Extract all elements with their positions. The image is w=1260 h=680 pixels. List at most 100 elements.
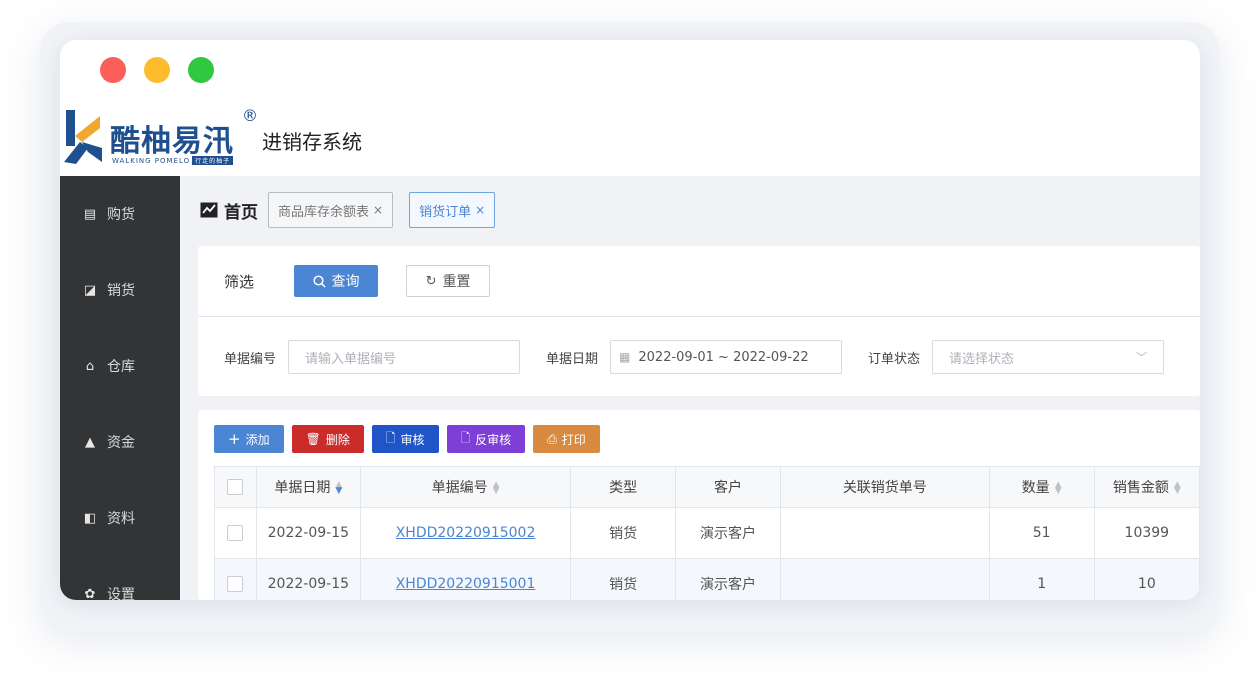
unaudit-label: 反审核 <box>475 432 512 447</box>
cell-date: 2022-09-15 <box>255 507 361 559</box>
document-icon: 🗋 <box>460 430 471 445</box>
column-label: 类型 <box>609 480 638 496</box>
status-select[interactable]: 请选择状态 ﹀ <box>932 340 1165 374</box>
column-header-customer: 客户 <box>675 466 781 508</box>
reset-label: 重置 <box>442 274 471 290</box>
filter-header: 筛选 查询 ↻ 重置 <box>198 246 1200 317</box>
plus-icon: + <box>228 430 241 448</box>
query-label: 查询 <box>331 274 360 290</box>
date-label: 单据日期 <box>546 351 599 367</box>
add-button[interactable]: + 添加 <box>214 425 284 453</box>
sidebar-item-settings[interactable]: ✿ 设置 <box>60 556 180 601</box>
column-label: 客户 <box>714 480 742 496</box>
sidebar-item-sales[interactable]: ◪ 销货 <box>60 252 180 328</box>
search-icon <box>312 274 326 288</box>
doc-no-link[interactable]: XHDD20220915001 <box>396 576 536 592</box>
sidebar-item-money[interactable]: ▲ 资金 <box>60 404 180 480</box>
minimize-window-button[interactable] <box>144 57 170 83</box>
order-table: 单据日期 ▲ ▼ 单据编号 ▲ ▼ 类型 客户 关联销货单号 数量 ▲ ▼ 销售金额 ▲ ▼ 2… <box>214 466 1200 600</box>
cell-type: 销货 <box>570 507 677 559</box>
column-header-doc-no[interactable]: 单据编号 ▲ ▼ <box>359 466 572 508</box>
print-button[interactable]: ⎙ 打印 <box>533 425 600 453</box>
close-icon[interactable]: × <box>373 203 383 217</box>
column-header-date[interactable]: 单据日期 ▲ ▼ <box>255 466 361 508</box>
tab-home[interactable]: 首页 <box>200 198 258 223</box>
date-range-picker[interactable]: ▦ 2022-09-01 ~ 2022-09-22 <box>610 340 843 374</box>
cell-related <box>779 507 990 559</box>
delete-label: 删除 <box>325 432 350 447</box>
tab-home-label: 首页 <box>224 202 258 223</box>
cell-qty: 51 <box>988 507 1095 559</box>
sidebar-item-label: 销货 <box>107 283 135 299</box>
audit-button[interactable]: 🗋 审核 <box>371 425 439 453</box>
trash-icon: 🗑 <box>305 432 321 446</box>
sidebar-item-purchase[interactable]: ▤ 购货 <box>60 176 180 252</box>
maximize-window-button[interactable] <box>188 57 214 83</box>
query-button[interactable]: 查询 <box>294 265 379 297</box>
row-select-cell <box>214 507 257 559</box>
sidebar-item-data[interactable]: ◧ 资料 <box>60 480 180 556</box>
main-content: 首页 商品库存余额表 × 销货订单 × 筛选 查询 ↻ 重置 单据编号 请输入单… <box>180 176 1200 600</box>
sort-icon[interactable]: ▲ ▼ <box>1055 481 1062 496</box>
date-range-value: 2022-09-01 ~ 2022-09-22 <box>638 349 809 365</box>
table-row[interactable]: 2022-09-15 XHDD20220915001 销货 演示客户 1 10 <box>214 558 1200 600</box>
order-table-panel: + 添加 🗑 删除 🗋 审核 🗋 反审核 ⎙ 打印 单据日期 ▲ ▼ 单据编号 ▲ ▼ 类型 客户 <box>198 410 1200 600</box>
column-header-amount[interactable]: 销售金额 ▲ ▼ <box>1093 466 1200 508</box>
window-controls <box>100 57 214 83</box>
status-placeholder: 请选择状态 <box>949 351 1015 367</box>
reset-button[interactable]: ↻ 重置 <box>406 265 491 297</box>
print-label: 打印 <box>561 432 586 447</box>
table-header-row: 单据日期 ▲ ▼ 单据编号 ▲ ▼ 类型 客户 关联销货单号 数量 ▲ ▼ 销售金额 ▲ ▼ <box>214 466 1200 508</box>
select-all-checkbox[interactable] <box>227 479 244 495</box>
sort-icon[interactable]: ▲ ▼ <box>1174 481 1181 496</box>
sidebar-item-label: 设置 <box>107 587 135 600</box>
chevron-down-icon: ﹀ <box>1136 351 1148 364</box>
close-icon[interactable]: × <box>475 203 485 217</box>
filter-panel: 筛选 查询 ↻ 重置 单据编号 请输入单据编号 单据日期 ▦ 2022-09-0… <box>198 246 1200 396</box>
cell-customer: 演示客户 <box>675 558 781 600</box>
cell-qty: 1 <box>988 558 1095 600</box>
brand-english: WALKING POMELO 行走的柚子 <box>112 156 234 165</box>
unaudit-button[interactable]: 🗋 反审核 <box>446 425 526 453</box>
select-all-cell <box>214 466 257 508</box>
brand-tagline: 行走的柚子 <box>192 156 234 165</box>
cell-amount: 10399 <box>1093 507 1200 559</box>
brand-name: 酷柚易汛 <box>110 124 234 159</box>
sort-icon[interactable]: ▲ ▼ <box>335 481 342 496</box>
column-label: 单据日期 <box>274 480 331 496</box>
tab-stock-balance[interactable]: 商品库存余额表 × <box>268 192 394 228</box>
money-bag-icon: ▲ <box>85 434 95 450</box>
cell-doc-no: XHDD20220915001 <box>359 558 572 600</box>
table-row[interactable]: 2022-09-15 XHDD20220915002 销货 演示客户 51 10… <box>214 507 1200 559</box>
row-checkbox[interactable] <box>227 576 244 592</box>
doc-no-placeholder: 请输入单据编号 <box>305 351 397 367</box>
cell-related <box>779 558 990 600</box>
registered-mark: ® <box>242 106 258 125</box>
doc-no-link[interactable]: XHDD20220915002 <box>396 525 536 541</box>
sales-icon: ◪ <box>83 282 97 298</box>
row-select-cell <box>214 558 257 600</box>
column-label: 关联销货单号 <box>842 480 927 496</box>
brand-english-name: WALKING POMELO <box>112 157 191 165</box>
column-label: 数量 <box>1021 480 1050 496</box>
sidebar: ▤ 购货 ◪ 销货 ⌂ 仓库 ▲ 资金 ◧ 资料 ✿ 设置 <box>60 176 180 600</box>
sidebar-item-warehouse[interactable]: ⌂ 仓库 <box>60 328 180 404</box>
tab-sales-order[interactable]: 销货订单 × <box>409 192 496 228</box>
sidebar-item-label: 购货 <box>107 207 135 223</box>
printer-icon: ⎙ <box>547 431 557 446</box>
audit-label: 审核 <box>400 432 425 447</box>
close-window-button[interactable] <box>100 57 126 83</box>
gear-icon: ✿ <box>84 586 96 601</box>
sidebar-item-label: 资料 <box>107 511 135 527</box>
row-checkbox[interactable] <box>227 525 244 541</box>
sort-icon[interactable]: ▲ ▼ <box>493 481 500 496</box>
doc-no-input[interactable]: 请输入单据编号 <box>288 340 521 374</box>
sidebar-item-label: 仓库 <box>107 359 135 375</box>
data-icon: ◧ <box>83 510 97 526</box>
doc-no-label: 单据编号 <box>224 351 277 367</box>
column-header-qty[interactable]: 数量 ▲ ▼ <box>988 466 1095 508</box>
table-toolbar: + 添加 🗑 删除 🗋 审核 🗋 反审核 ⎙ 打印 <box>214 425 600 453</box>
column-header-related: 关联销货单号 <box>779 466 990 508</box>
filter-fields: 单据编号 请输入单据编号 单据日期 ▦ 2022-09-01 ~ 2022-09… <box>198 317 1200 397</box>
delete-button[interactable]: 🗑 删除 <box>291 425 364 453</box>
